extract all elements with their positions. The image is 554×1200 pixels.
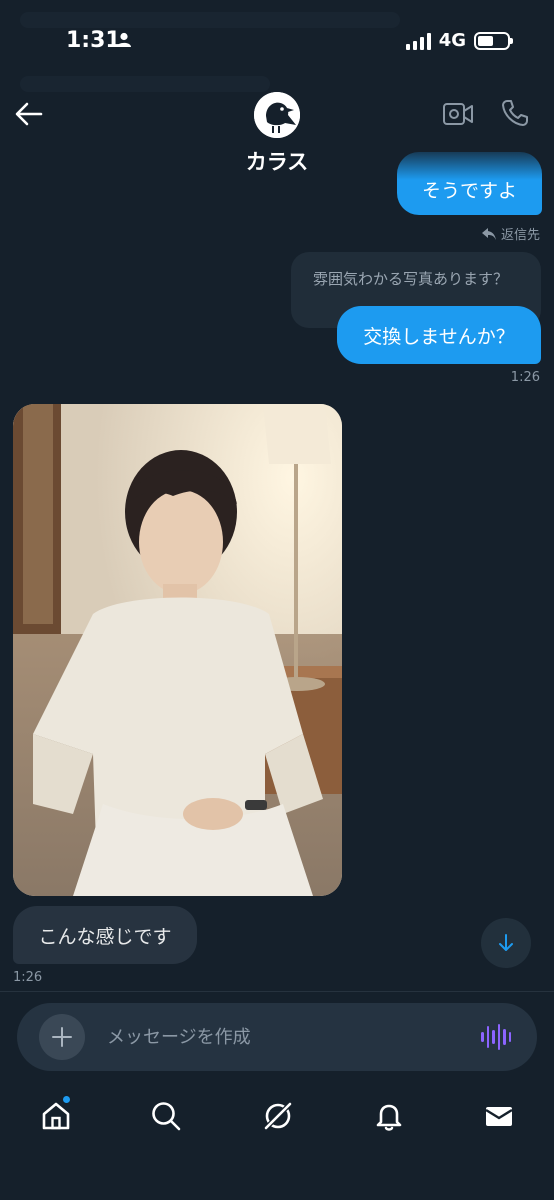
outgoing-message-bubble[interactable]: 交換しませんか？: [337, 306, 541, 364]
dm-conversation-screen: 1:31 4G カラス そうですよ 返信先 雰囲気わかる写真あります？ 交換しま…: [0, 0, 554, 1200]
search-icon: [152, 1102, 181, 1131]
battery-icon: [474, 31, 513, 50]
message-composer: [17, 1003, 537, 1071]
reply-label-text: 返信先: [500, 228, 540, 243]
status-time: 1:31: [66, 28, 121, 53]
network-type: 4G: [438, 30, 466, 51]
incoming-message-bubble[interactable]: こんな感じです: [13, 906, 197, 964]
add-media-button[interactable]: [39, 1014, 85, 1060]
message-timestamp: 1:26: [13, 970, 43, 985]
photo-image: [13, 404, 342, 896]
header-fade: [380, 140, 554, 180]
message-timestamp: 1:26: [510, 370, 540, 385]
person-icon: [116, 32, 132, 52]
notifications-icon: [376, 1104, 402, 1131]
grok-icon: [264, 1102, 292, 1130]
notification-ghost: [20, 76, 270, 92]
photo-message[interactable]: [13, 404, 342, 896]
nav-grok[interactable]: [258, 1096, 298, 1136]
home-icon: [42, 1102, 70, 1130]
reply-icon: [481, 227, 496, 240]
scroll-to-bottom-button[interactable]: [481, 918, 531, 968]
message-text: こんな感じです: [38, 925, 172, 948]
signal-icon: [405, 32, 431, 50]
nav-notifications[interactable]: [369, 1096, 409, 1136]
home-notification-dot: [62, 1095, 71, 1104]
contact-avatar[interactable]: [254, 92, 300, 138]
message-input[interactable]: [107, 1021, 457, 1053]
nav-search[interactable]: [146, 1096, 186, 1136]
quoted-text: 雰囲気わかる写真あります？: [313, 270, 509, 288]
status-indicators: 4G: [405, 30, 513, 51]
divider: [0, 991, 554, 992]
nav-messages[interactable]: [479, 1096, 519, 1136]
reply-label: 返信先: [481, 224, 540, 243]
video-call-button[interactable]: [442, 100, 474, 128]
arrow-down-icon: [499, 934, 513, 951]
phone-call-button[interactable]: [500, 98, 530, 128]
plus-icon: [52, 1027, 72, 1047]
notification-ghost: [20, 12, 400, 28]
video-call-icon: [443, 103, 473, 125]
back-arrow-icon: [15, 102, 43, 126]
voice-wave-icon: [481, 1032, 484, 1042]
message-text: そうですよ: [421, 180, 517, 202]
voice-message-button[interactable]: [481, 1023, 511, 1051]
message-text: 交換しませんか？: [363, 325, 515, 348]
messages-icon: [485, 1107, 513, 1126]
phone-icon: [502, 100, 528, 126]
crow-avatar-icon: [254, 92, 300, 138]
back-button[interactable]: [14, 100, 44, 128]
